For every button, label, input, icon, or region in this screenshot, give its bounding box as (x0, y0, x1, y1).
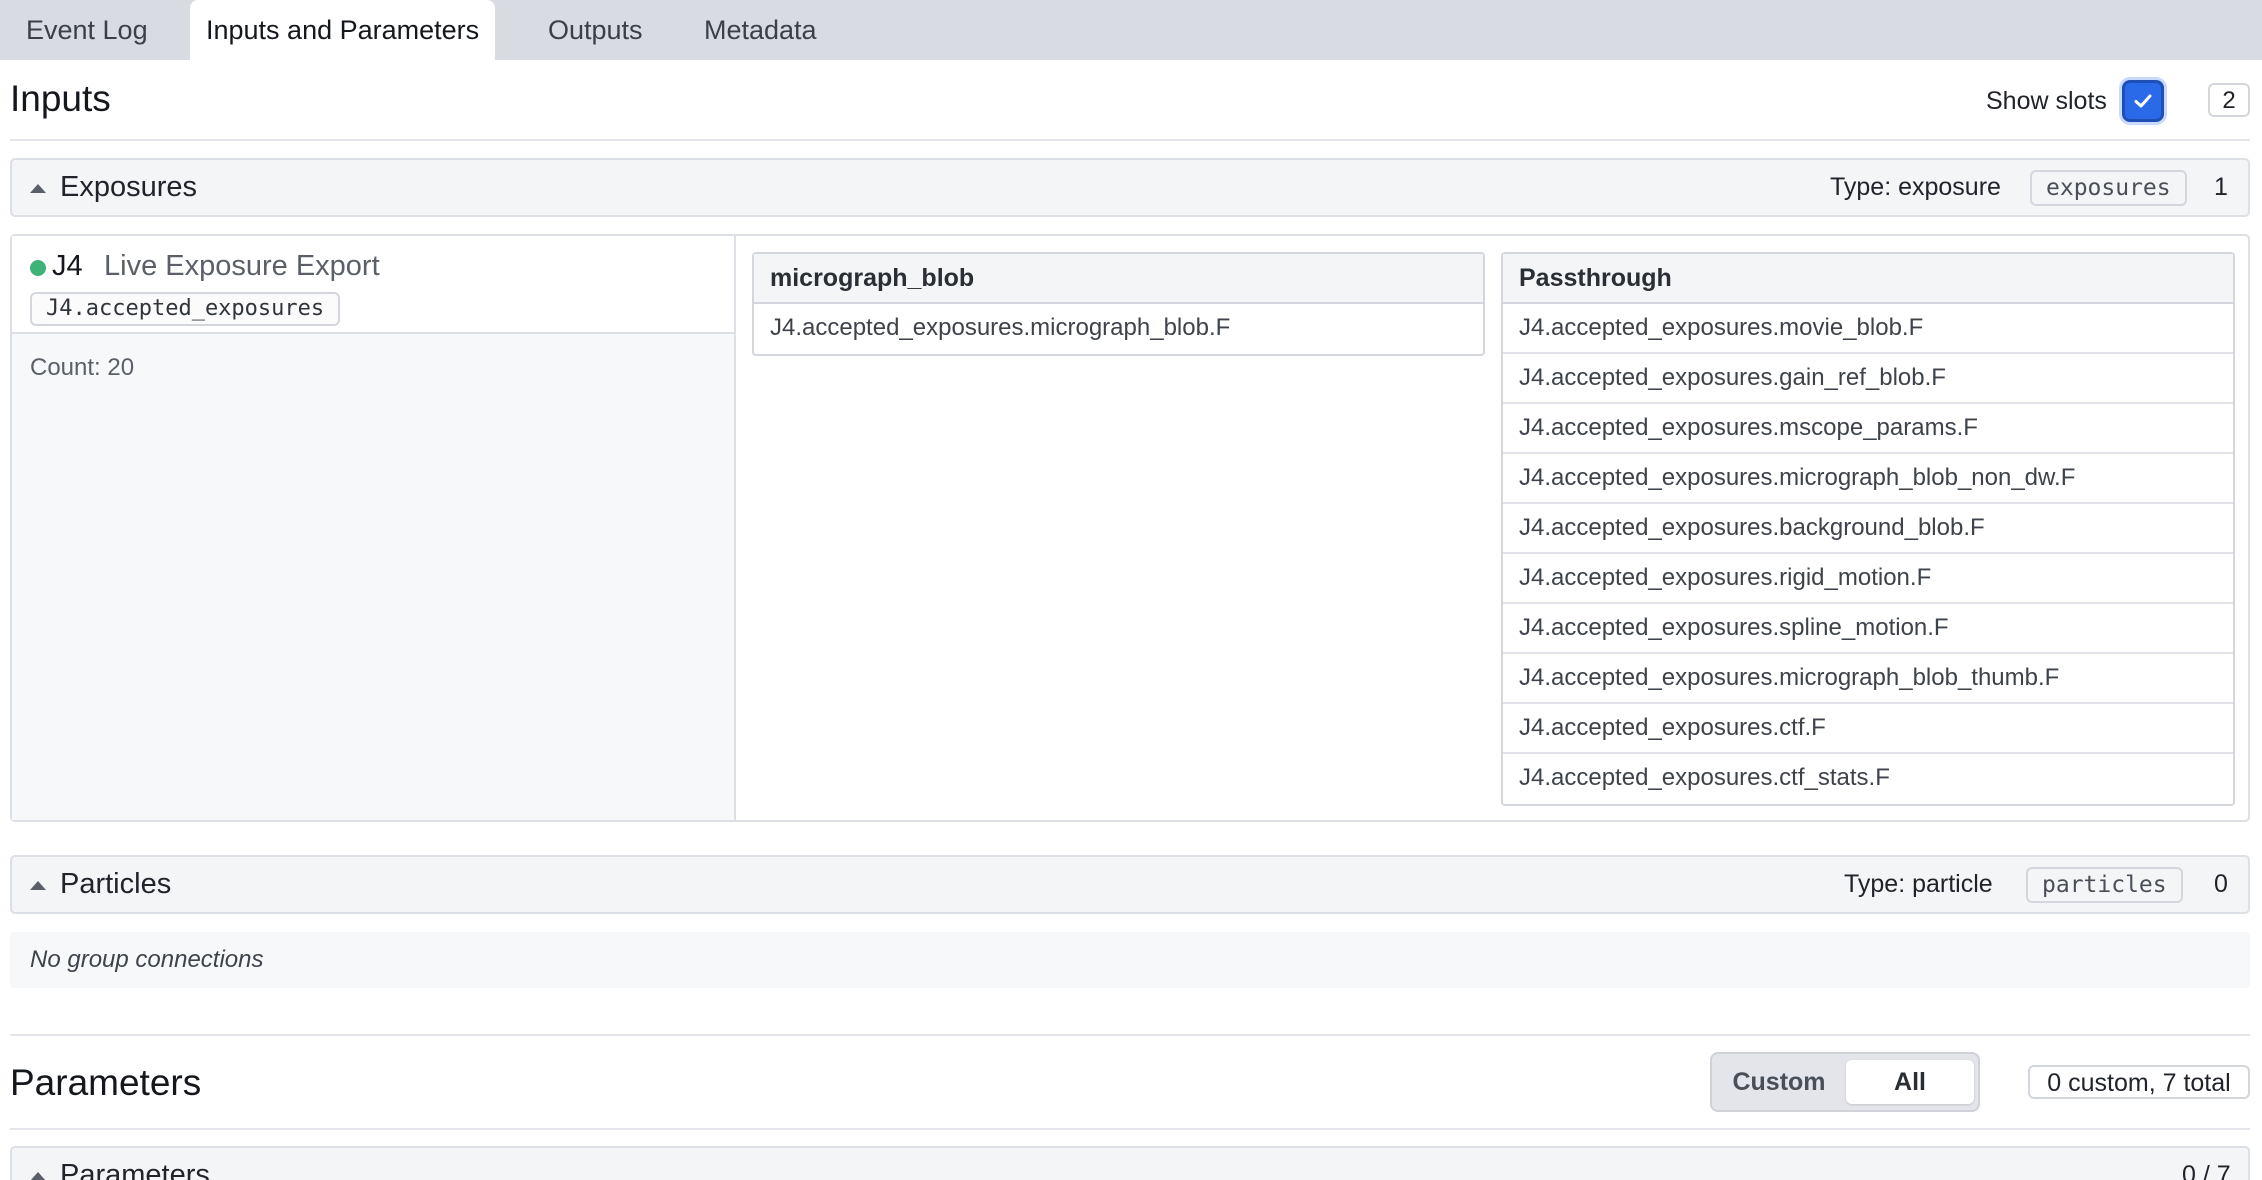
parameters-filter-toggle: Custom All (1710, 1052, 1980, 1112)
slot-row: J4.accepted_exposures.spline_motion.F (1503, 604, 2233, 654)
parameters-group-header[interactable]: Parameters 0 / 7 (10, 1146, 2250, 1180)
slot-row: J4.accepted_exposures.movie_blob.F (1503, 304, 2233, 354)
particles-group-name: Particles (60, 868, 172, 900)
inputs-count-badge: 2 (2208, 83, 2250, 117)
particles-type-tag: particles (2026, 867, 2183, 903)
slot-row: J4.accepted_exposures.ctf.F (1503, 704, 2233, 754)
empty-state-text: No group connections (30, 946, 264, 973)
job-title: Live Exposure Export (104, 250, 380, 282)
tab-event-log[interactable]: Event Log (10, 0, 164, 60)
parameters-group-name: Parameters (60, 1159, 210, 1180)
exposures-group-name: Exposures (60, 171, 198, 203)
divider (10, 1128, 2250, 1130)
divider (10, 1034, 2250, 1036)
job-id-link[interactable]: J4 (52, 248, 83, 284)
micrograph-blob-slot-table: micrograph_blob J4.accepted_exposures.mi… (752, 252, 1485, 356)
inputs-title: Inputs (10, 78, 111, 119)
show-slots-checkbox[interactable] (2122, 80, 2164, 122)
toggle-custom[interactable]: Custom (1718, 1060, 1840, 1104)
parameters-summary-badge: 0 custom, 7 total (2028, 1065, 2250, 1099)
particles-count: 0 (2214, 870, 2228, 898)
exposures-type-tag: exposures (2030, 170, 2187, 206)
parameters-group-count: 0 / 7 (2182, 1161, 2231, 1180)
collapse-caret-icon[interactable] (30, 184, 46, 193)
slot-row: J4.accepted_exposures.micrograph_blob_no… (1503, 454, 2233, 504)
exposures-count: 1 (2214, 173, 2228, 201)
passthrough-slot-table: Passthrough J4.accepted_exposures.movie_… (1501, 252, 2235, 806)
connection-count: Count: 20 (30, 354, 135, 381)
status-dot-icon (30, 260, 46, 276)
particles-group-header[interactable]: Particles Type: particle particles 0 (10, 855, 2250, 914)
parameters-title: Parameters (10, 1062, 202, 1103)
tab-inputs-and-parameters[interactable]: Inputs and Parameters (190, 0, 496, 60)
slot-row: J4.accepted_exposures.mscope_params.F (1503, 404, 2233, 454)
toggle-all[interactable]: All (1846, 1060, 1974, 1104)
exposures-connection: J4 Live Exposure Export J4.accepted_expo… (10, 234, 2250, 822)
slot-row: J4.accepted_exposures.background_blob.F (1503, 504, 2233, 554)
slot-table-header: micrograph_blob (754, 254, 1483, 304)
particles-empty-state: No group connections (10, 932, 2250, 988)
slot-row: J4.accepted_exposures.rigid_motion.F (1503, 554, 2233, 604)
slot-row: J4.accepted_exposures.ctf_stats.F (1519, 764, 1890, 791)
collapse-caret-icon[interactable] (30, 1172, 46, 1180)
slot-row: J4.accepted_exposures.micrograph_blob.F (770, 314, 1231, 341)
collapse-caret-icon[interactable] (30, 881, 46, 890)
show-slots-label: Show slots (1986, 87, 2107, 115)
slot-row: J4.accepted_exposures.micrograph_blob_th… (1503, 654, 2233, 704)
tab-metadata[interactable]: Metadata (688, 0, 833, 60)
tab-bar: Event Log Inputs and Parameters Outputs … (0, 0, 2262, 60)
particles-type-label: Type: particle (1844, 870, 1993, 898)
output-name-tag: J4.accepted_exposures (30, 292, 341, 326)
tab-outputs[interactable]: Outputs (532, 0, 659, 60)
exposures-type-label: Type: exposure (1830, 173, 2001, 201)
connection-source-panel: J4 Live Exposure Export J4.accepted_expo… (12, 236, 736, 820)
divider (10, 139, 2250, 141)
connection-source-header: J4 Live Exposure Export J4.accepted_expo… (12, 236, 734, 334)
exposures-group-header[interactable]: Exposures Type: exposure exposures 1 (10, 158, 2250, 217)
check-icon (2134, 94, 2152, 108)
slot-table-header: Passthrough (1503, 254, 2233, 304)
slot-row: J4.accepted_exposures.gain_ref_blob.F (1503, 354, 2233, 404)
